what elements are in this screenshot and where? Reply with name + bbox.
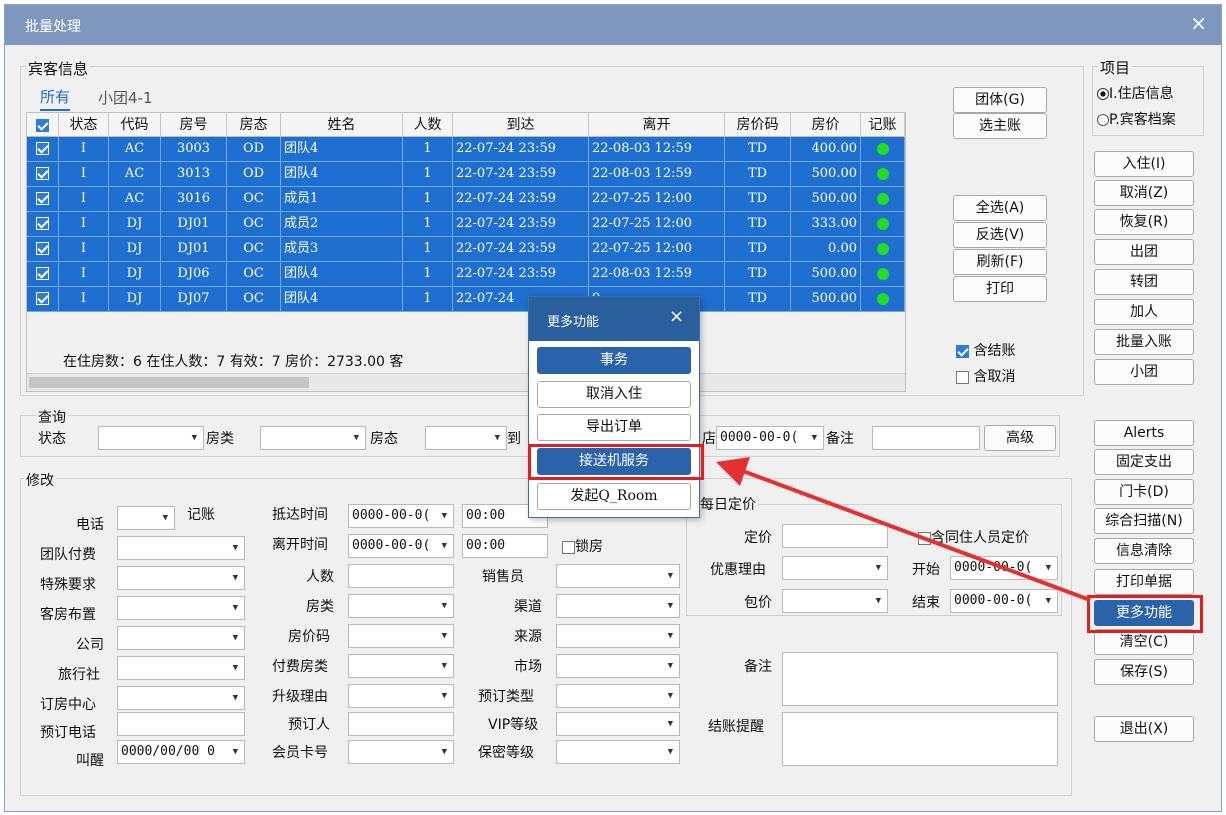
annotation-arrow xyxy=(716,457,1091,602)
